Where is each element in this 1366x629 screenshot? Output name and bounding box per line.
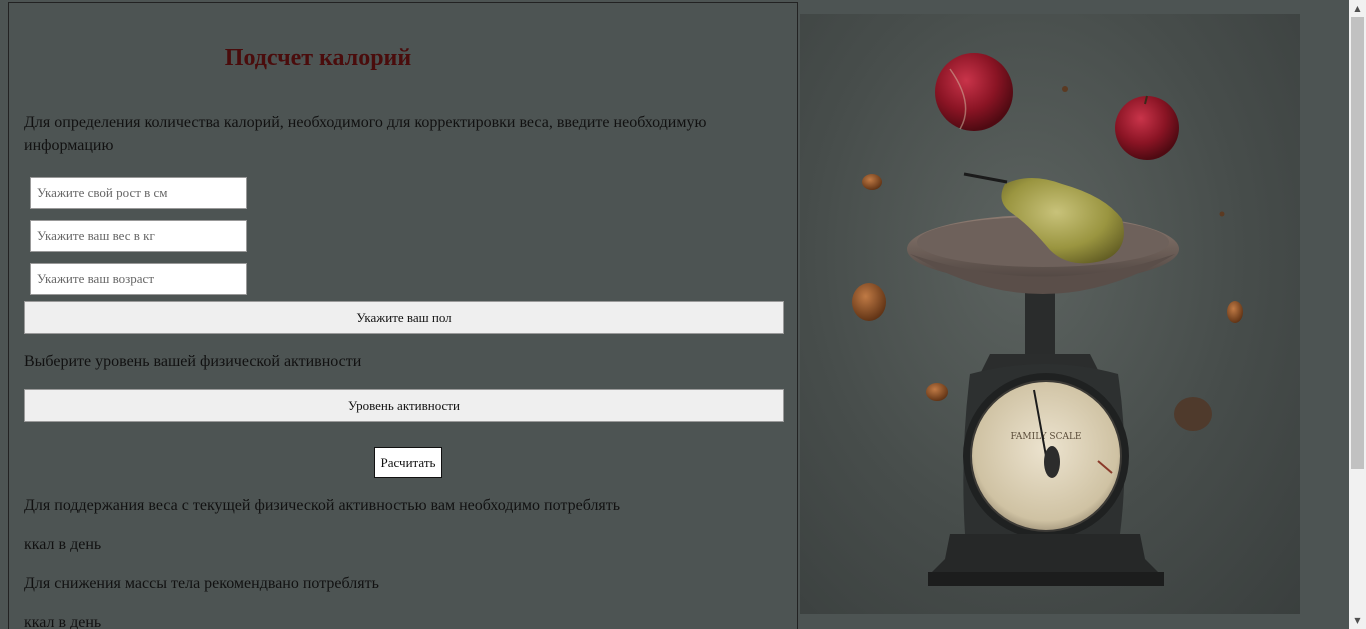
scroll-thumb[interactable]	[1351, 17, 1364, 469]
scroll-down-arrow-icon[interactable]: ▼	[1349, 612, 1366, 629]
page: Подсчет калорий Для определения количест…	[0, 0, 1366, 629]
hero-photo: FAMILY SCALE	[800, 14, 1300, 614]
activity-prompt: Выберите уровень вашей физической активн…	[24, 353, 362, 370]
gender-select-button[interactable]: Укажите ваш пол	[24, 301, 784, 334]
nut	[926, 383, 948, 401]
activity-select-button[interactable]: Уровень активности	[24, 389, 784, 422]
intro-text: Для определения количества калорий, необ…	[24, 114, 707, 154]
scale-base	[930, 534, 1160, 574]
nut	[1062, 86, 1068, 92]
scale-illustration: FAMILY SCALE	[852, 53, 1243, 586]
dial-brand: FAMILY SCALE	[1010, 432, 1081, 442]
maintain-result-unit: ккал в день	[24, 536, 102, 553]
page-title: Подсчет калорий	[224, 45, 412, 71]
nut	[1219, 211, 1225, 217]
calorie-form-panel: Подсчет калорий Для определения количест…	[8, 2, 798, 629]
plum-right	[1115, 96, 1179, 160]
nut	[862, 174, 882, 190]
nut	[1174, 397, 1212, 431]
loss-result-unit: ккал в день	[24, 614, 102, 629]
weight-input[interactable]	[30, 220, 247, 252]
age-input[interactable]	[30, 263, 247, 295]
nut	[852, 283, 886, 321]
calculate-button[interactable]: Расчитать	[374, 447, 442, 478]
plum-left	[935, 53, 1013, 131]
vertical-scrollbar[interactable]: ▲ ▼	[1349, 0, 1366, 629]
maintain-result-text: Для поддержания веса с текущей физическо…	[24, 497, 621, 514]
scroll-up-arrow-icon[interactable]: ▲	[1349, 0, 1366, 17]
loss-result-text: Для снижения массы тела рекомендвано пот…	[24, 575, 379, 592]
nut	[1227, 301, 1243, 323]
height-input[interactable]	[30, 177, 247, 209]
